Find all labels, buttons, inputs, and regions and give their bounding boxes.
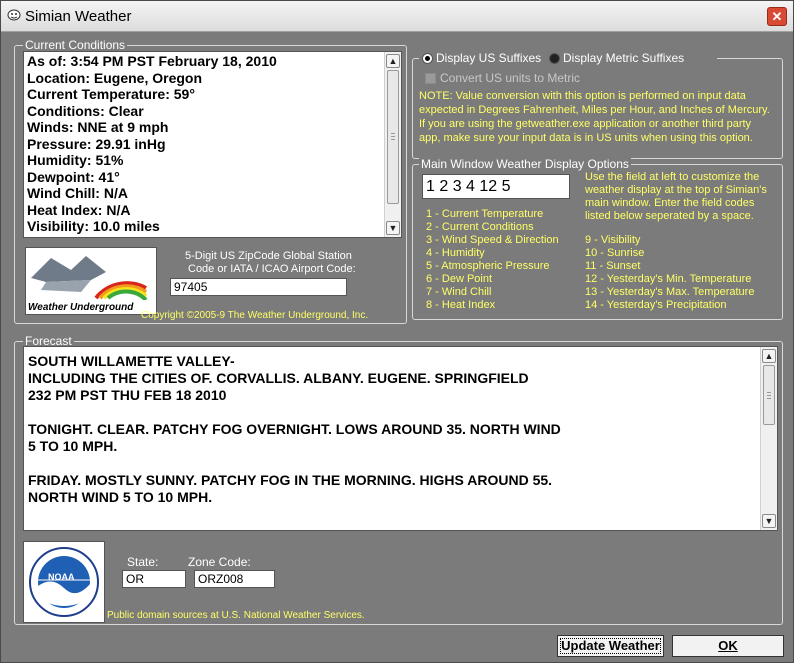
field-code-item: 3 - Wind Speed & Direction [426, 234, 559, 246]
zip-label-line-1: 5-Digit US ZipCode Global Station [185, 250, 352, 262]
display-options-legend: Main Window Weather Display Options [419, 157, 631, 171]
forecast-scroll-up-button[interactable]: ▲ [762, 349, 776, 363]
field-code-item: 9 - Visibility [585, 234, 641, 246]
field-code-item: 13 - Yesterday's Max. Temperature [585, 286, 755, 298]
forecast-textbox[interactable]: SOUTH WILLAMETTE VALLEY- INCLUDING THE C… [23, 346, 778, 531]
state-label: State: [127, 555, 159, 569]
condition-line: Visibility: 10.0 miles [27, 218, 160, 234]
field-code-item: 11 - Sunset [585, 260, 641, 272]
weather-underground-logo: Weather Underground [25, 247, 157, 315]
forecast-scrollbar[interactable]: ▲ ▼ [760, 347, 777, 530]
current-conditions-scrollbar[interactable]: ▲ ▼ [384, 52, 401, 237]
noaa-wordmark: NOAA [48, 572, 75, 582]
noaa-logo: NOAA [23, 541, 105, 623]
close-icon: ✕ [771, 9, 783, 24]
field-code-item: 7 - Wind Chill [426, 286, 492, 298]
title-bar: Simian Weather ✕ [1, 1, 793, 32]
zip-label-line-2: Code or IATA / ICAO Airport Code: [188, 263, 356, 275]
ok-button[interactable]: OK [672, 635, 784, 657]
field-code-item: 14 - Yesterday's Precipitation [585, 299, 727, 311]
nws-source-note: Public domain sources at U.S. National W… [107, 610, 365, 621]
display-fields-input[interactable]: 1 2 3 4 12 5 [422, 174, 570, 199]
note-line: NOTE: Value conversion with this option … [419, 90, 746, 102]
zone-code-label: Zone Code: [188, 555, 251, 569]
condition-line: Wind Chill: N/A [27, 185, 128, 201]
field-code-item: 5 - Atmospheric Pressure [426, 260, 550, 272]
state-input[interactable]: OR [122, 570, 186, 588]
field-codes-left: 1 - Current Temperature 2 - Current Condi… [426, 208, 559, 312]
chevron-down-icon: ▼ [764, 516, 774, 526]
us-suffixes-label[interactable]: Display US Suffixes [436, 52, 541, 65]
condition-line: Location: Eugene, Oregon [27, 69, 203, 86]
field-codes-right: 9 - Visibility 10 - Sunrise 11 - Sunset 12 … [585, 234, 754, 312]
forecast-text: SOUTH WILLAMETTE VALLEY- INCLUDING THE C… [28, 353, 561, 505]
zip-code-input[interactable]: 97405 [170, 278, 347, 296]
field-code-item: 1 - Current Temperature [426, 208, 544, 220]
condition-line: Heat Index: N/A [27, 201, 131, 218]
field-code-item: 8 - Heat Index [426, 299, 496, 311]
current-conditions-textbox[interactable]: As of: 3:54 PM PST February 18, 2010 Loca… [23, 51, 402, 238]
help-line: weather display at the top of Simian's [585, 184, 767, 196]
metric-suffixes-label[interactable]: Display Metric Suffixes [563, 52, 684, 65]
help-line: main window. Enter the field codes [585, 197, 755, 209]
simian-weather-window: Simian Weather ✕ Current Conditions As o… [0, 0, 794, 663]
field-code-item: 4 - Humidity [426, 247, 485, 259]
help-line: Use the field at left to customize the [585, 171, 760, 183]
condition-line: Pressure: 29.91 inHg [27, 135, 166, 152]
metric-suffixes-radio[interactable] [549, 53, 560, 64]
units-radio-row: Display US Suffixes Display Metric Suffi… [419, 51, 717, 65]
update-weather-button[interactable]: Update Weather [557, 635, 664, 657]
note-line: app, make sure your input data is in US … [419, 132, 753, 144]
condition-line: Dewpoint: 41° [27, 168, 120, 185]
condition-line: As of: 3:54 PM PST February 18, 2010 [27, 53, 277, 69]
window-title: Simian Weather [25, 8, 132, 25]
current-conditions-text: As of: 3:54 PM PST February 18, 2010 Loca… [27, 53, 277, 235]
us-suffixes-radio[interactable] [422, 53, 433, 64]
field-code-item: 6 - Dew Point [426, 273, 493, 285]
forecast-scroll-down-button[interactable]: ▼ [762, 514, 776, 528]
wu-copyright: Copyright ©2005-9 The Weather Undergroun… [141, 310, 369, 321]
rainbow-cloud-icon [31, 256, 148, 302]
condition-line: Winds: NNE at 9 mph [27, 119, 169, 135]
weather-underground-wordmark: Weather Underground [28, 302, 134, 313]
convert-units-checkbox[interactable] [425, 73, 436, 84]
note-line: expected in Degrees Fahrenheit, Miles pe… [419, 104, 770, 116]
chevron-down-icon: ▼ [388, 223, 398, 233]
forecast-scroll-thumb[interactable] [763, 365, 775, 425]
field-code-item: 12 - Yesterday's Min. Temperature [585, 273, 752, 285]
current-conditions-legend: Current Conditions [23, 38, 128, 52]
chevron-up-icon: ▲ [764, 351, 774, 361]
chevron-up-icon: ▲ [388, 56, 398, 66]
convert-units-label[interactable]: Convert US units to Metric [440, 72, 580, 85]
scroll-thumb[interactable] [387, 70, 399, 204]
noaa-emblem-icon [29, 547, 99, 617]
scroll-down-button[interactable]: ▼ [386, 221, 400, 235]
field-code-item: 2 - Current Conditions [426, 221, 534, 233]
help-line: listed below seperated by a space. [585, 210, 754, 222]
close-button[interactable]: ✕ [767, 7, 787, 26]
monkey-app-icon [7, 9, 21, 21]
field-code-item: 10 - Sunrise [585, 247, 645, 259]
units-note: NOTE: Value conversion with this option … [419, 89, 779, 145]
condition-line: Conditions: Clear [27, 102, 144, 119]
zone-code-input[interactable]: ORZ008 [194, 570, 275, 588]
scroll-up-button[interactable]: ▲ [386, 54, 400, 68]
condition-line: Humidity: 51% [27, 152, 124, 168]
note-line: If you are using the getweather.exe appl… [419, 118, 752, 130]
condition-line: Current Temperature: 59° [27, 86, 195, 102]
display-options-help: Use the field at left to customize the we… [585, 171, 781, 223]
